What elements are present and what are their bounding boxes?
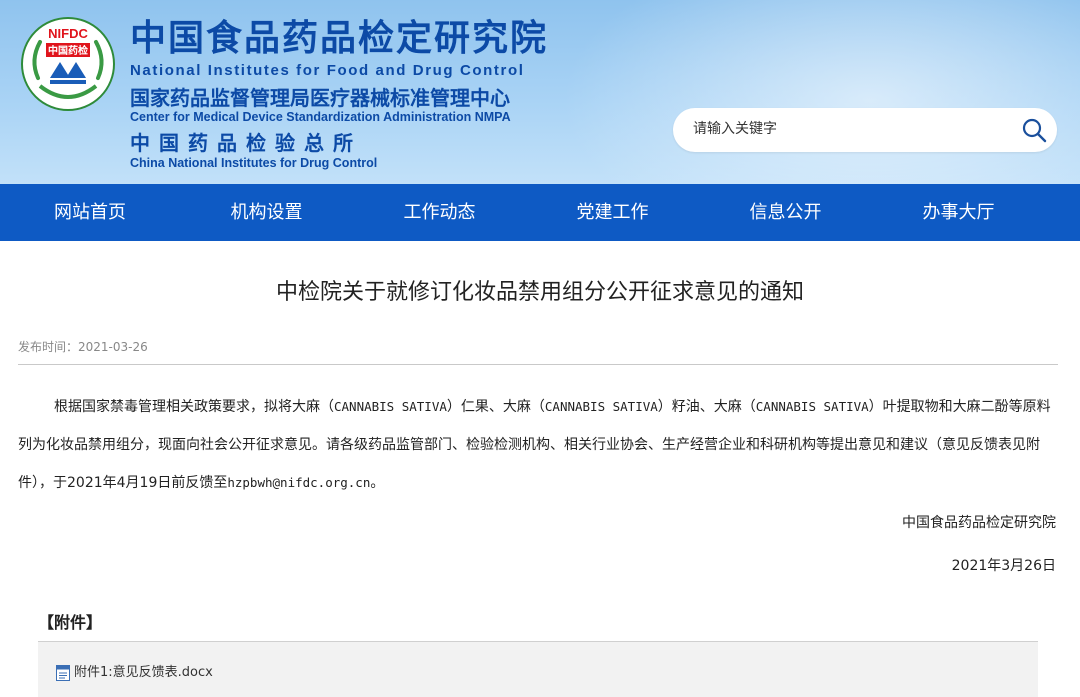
attachment-label: 附件1:意见反馈表.docx	[74, 665, 213, 680]
body-text-2: ）仁果、大麻（	[446, 399, 545, 415]
title-divider	[18, 364, 1058, 365]
logo-text-top: NIFDC	[48, 26, 88, 41]
feedback-email: hzpbwh@nifdc.org.cn	[227, 475, 371, 490]
main-nav: 网站首页 机构设置 工作动态 党建工作 信息公开 办事大厅	[0, 184, 1080, 241]
site-title-cn: 中国食品药品检定研究院	[130, 18, 549, 59]
nav-item-news[interactable]: 工作动态	[353, 184, 526, 241]
body-text-end: 。	[370, 475, 385, 491]
signature-date: 2021年3月26日	[951, 558, 1056, 574]
body-text-1: 根据国家禁毒管理相关政策要求，拟将大麻（	[54, 399, 334, 415]
search-input[interactable]	[693, 114, 1003, 144]
publish-date: 发布时间：2021-03-26	[18, 340, 148, 354]
latin-name-1: CANNABIS SATIVA	[334, 399, 447, 414]
subtitle-en-2: China National Institutes for Drug Contr…	[130, 156, 378, 170]
subtitle-cn-2: 中国药品检验总所	[130, 131, 362, 155]
search-icon[interactable]	[1021, 117, 1047, 143]
nifdc-logo[interactable]: NIFDC 中国药检	[20, 16, 116, 112]
attachments-heading: 【附件】	[38, 613, 103, 632]
article-body: 根据国家禁毒管理相关政策要求，拟将大麻（CANNABIS SATIVA）仁果、大…	[18, 388, 1058, 502]
latin-name-2: CANNABIS SATIVA	[544, 399, 658, 414]
article-title: 中检院关于就修订化妆品禁用组分公开征求意见的通知	[275, 280, 804, 305]
nav-item-disclosure[interactable]: 信息公开	[699, 184, 872, 241]
signature: 中国食品药品检定研究院	[902, 515, 1056, 531]
subtitle-cn-1: 国家药品监督管理局医疗器械标准管理中心	[130, 86, 510, 110]
site-header: NIFDC 中国药检 中国食品药品检定研究院 National Institut…	[0, 0, 1080, 184]
logo-text-mid: 中国药检	[48, 44, 88, 57]
site-title-en: National Institutes for Food and Drug Co…	[130, 62, 525, 79]
subtitle-en-1: Center for Medical Device Standardizatio…	[130, 110, 511, 124]
body-text-3: ）籽油、大麻（	[657, 399, 756, 415]
search-box	[673, 108, 1057, 152]
latin-name-3: CANNABIS SATIVA	[755, 399, 869, 414]
site-title-block: 中国食品药品检定研究院 National Institutes for Food…	[130, 18, 600, 170]
header-glow	[560, 0, 1080, 184]
nav-item-party-building[interactable]: 党建工作	[526, 184, 699, 241]
nav-item-organization[interactable]: 机构设置	[180, 184, 353, 241]
nav-item-home[interactable]: 网站首页	[0, 184, 180, 241]
word-document-icon	[56, 665, 70, 681]
nav-item-services[interactable]: 办事大厅	[872, 184, 1045, 241]
attachment-link[interactable]: 附件1:意见反馈表.docx	[56, 663, 213, 683]
